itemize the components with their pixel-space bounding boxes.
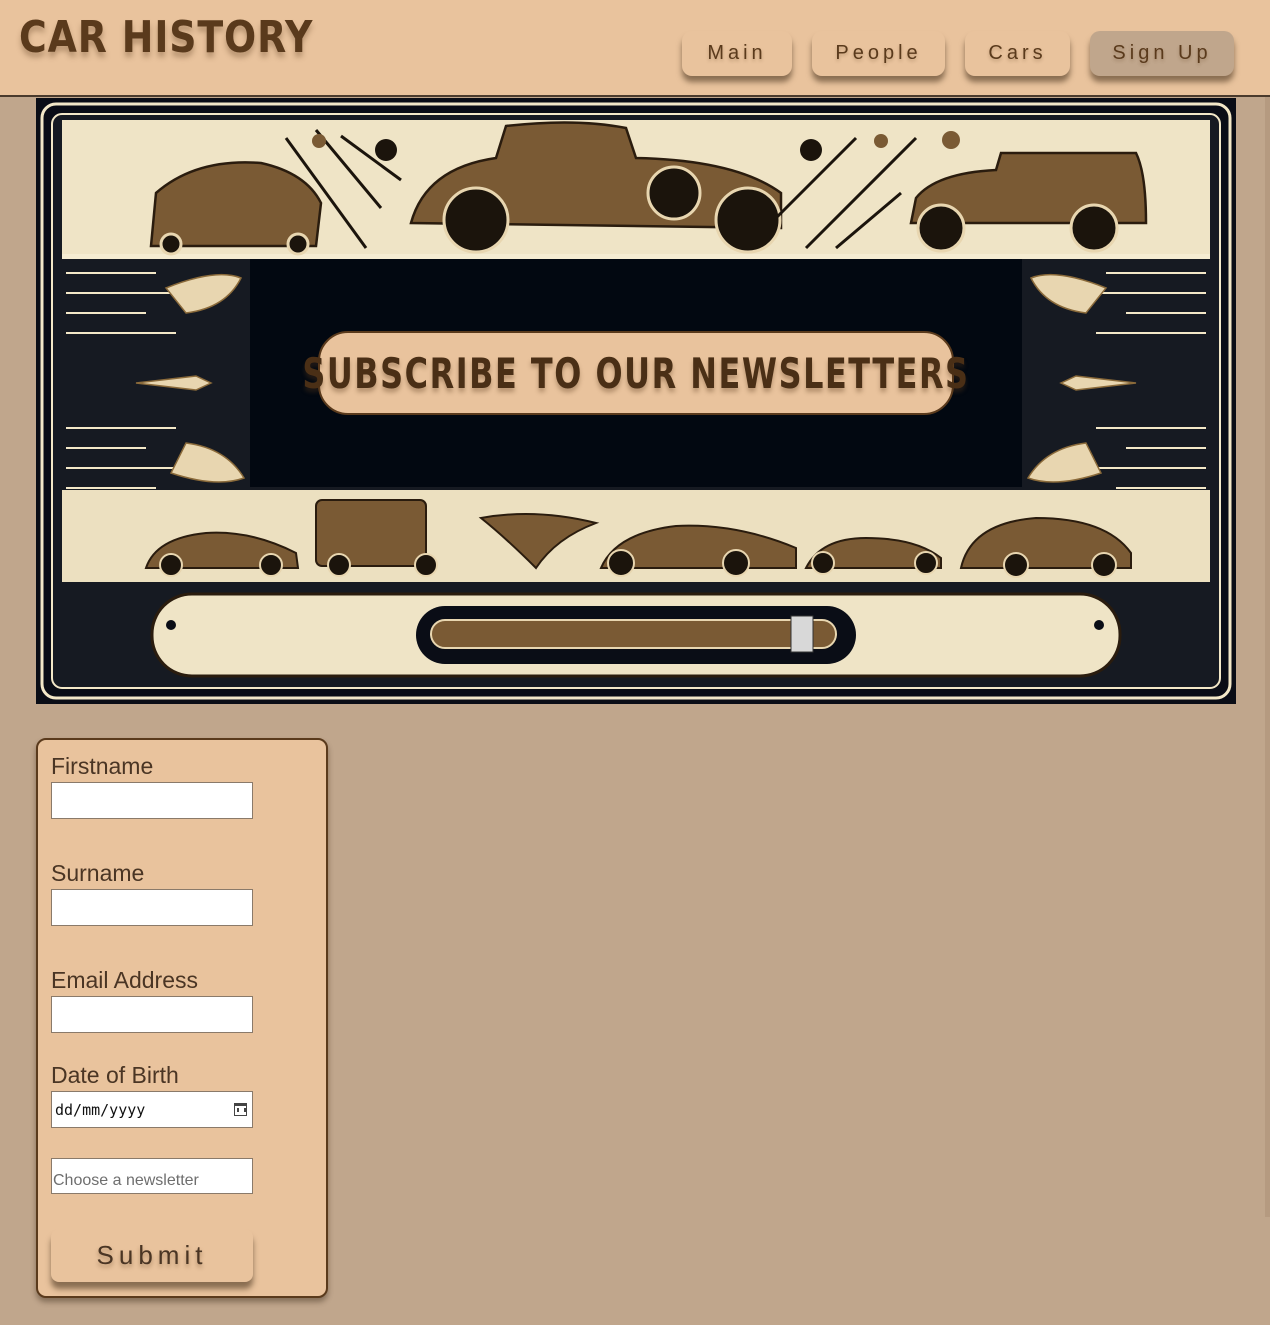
nav-cars[interactable]: Cars: [965, 31, 1070, 76]
signup-form: Firstname Surname Email Address Date of …: [36, 738, 328, 1298]
newsletter-select-placeholder: Choose a newsletter: [53, 1172, 199, 1189]
newsletter-banner-text: SUBSCRIBE TO OUR NEWSLETTERS: [302, 348, 970, 398]
dob-label: Date of Birth: [51, 1062, 179, 1088]
nav-sign-up[interactable]: Sign Up: [1090, 31, 1234, 76]
surname-label: Surname: [51, 860, 145, 886]
header-bar: CAR HISTORY Main People Cars Sign Up: [0, 0, 1270, 97]
firstname-input[interactable]: [51, 782, 253, 819]
firstname-label: Firstname: [51, 753, 154, 779]
nav-people[interactable]: People: [812, 31, 945, 76]
page-scrollbar[interactable]: [1265, 97, 1270, 1217]
calendar-icon[interactable]: [234, 1103, 247, 1116]
dob-placeholder: dd/mm/yyyy: [55, 1100, 146, 1119]
site-title[interactable]: CAR HISTORY: [19, 12, 313, 63]
hero-image: SUBSCRIBE TO OUR NEWSLETTERS: [36, 98, 1236, 704]
submit-button[interactable]: Submit: [51, 1229, 253, 1282]
email-input[interactable]: [51, 996, 253, 1033]
dob-input[interactable]: dd/mm/yyyy: [51, 1091, 253, 1128]
surname-input[interactable]: [51, 889, 253, 926]
newsletter-select[interactable]: Choose a newsletter: [51, 1158, 253, 1194]
email-label: Email Address: [51, 967, 199, 993]
newsletter-banner: SUBSCRIBE TO OUR NEWSLETTERS: [302, 331, 968, 415]
nav-main[interactable]: Main: [682, 31, 792, 76]
